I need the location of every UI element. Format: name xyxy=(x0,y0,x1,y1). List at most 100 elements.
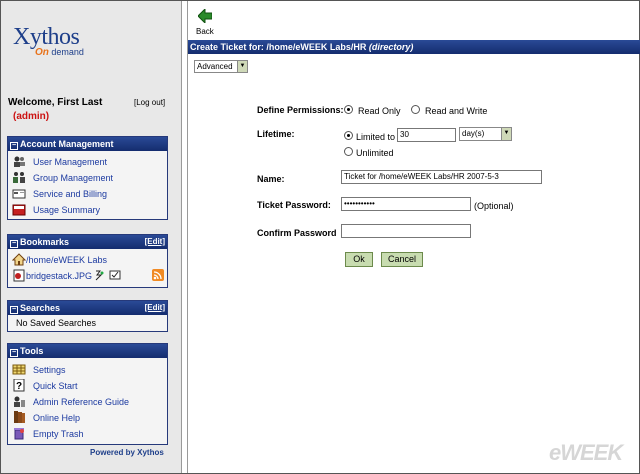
perm-read-write-label: Read and Write xyxy=(425,106,488,116)
role-label: (admin) xyxy=(13,111,50,122)
back-button[interactable]: Back xyxy=(196,7,214,36)
admin-reference-guide-label: Admin Reference Guide xyxy=(33,397,130,407)
sidebar-item-quick-start[interactable]: ? Quick Start xyxy=(8,378,167,394)
billing-icon xyxy=(12,189,26,199)
unlimited-label: Unlimited xyxy=(356,148,394,158)
bookmarks-panel: − Bookmarks [Edit] /home/eWEEK Labs bridge… xyxy=(7,234,168,288)
sidebar-item-settings[interactable]: Settings xyxy=(8,362,167,378)
tools-header[interactable]: − Tools xyxy=(8,344,167,358)
bookmark-home-label: /home/eWEEK Labs xyxy=(26,255,108,265)
properties-icon[interactable] xyxy=(109,269,121,281)
bookmark-bridgestack-label: bridgestack.JPG xyxy=(26,271,93,281)
searches-edit-link[interactable]: [Edit] xyxy=(145,301,165,315)
chevron-down-icon[interactable]: ▼ xyxy=(237,61,247,72)
empty-trash-label: Empty Trash xyxy=(33,429,84,439)
main-content: Back Create Ticket for: /home/eWEEK Labs… xyxy=(187,1,640,473)
rss-icon[interactable] xyxy=(152,269,164,281)
ticket-titlebar: Create Ticket for: /home/eWEEK Labs/HR (… xyxy=(188,40,640,54)
quick-start-label: Quick Start xyxy=(33,381,78,391)
sidebar-item-admin-reference-guide[interactable]: Admin Reference Guide xyxy=(8,394,167,410)
user-management-label: User Management xyxy=(33,157,108,167)
sidebar-item-user-management[interactable]: User Management xyxy=(8,154,167,170)
sidebar-item-service-billing[interactable]: Service and Billing xyxy=(8,186,167,202)
ticket-name-input[interactable]: Ticket for /home/eWEEK Labs/HR 2007-5-3 xyxy=(341,170,542,184)
lifetime-unit-select[interactable]: day(s) ▼ xyxy=(459,127,512,141)
tools-panel: − Tools Settings ? Quick Start Admin Refe… xyxy=(7,343,168,445)
back-label: Back xyxy=(196,27,214,36)
group-icon xyxy=(13,172,25,183)
svg-text:?: ? xyxy=(16,381,22,392)
sidebar: Xythos On demand Welcome, First Last (ad… xyxy=(1,1,182,473)
sidebar-item-empty-trash[interactable]: Empty Trash xyxy=(8,426,167,442)
ticket-title: Create Ticket for: /home/eWEEK Labs/HR xyxy=(190,42,367,52)
lifetime-value-input[interactable]: 30 xyxy=(397,128,456,142)
home-icon xyxy=(12,253,26,266)
powered-by: Powered by Xythos xyxy=(90,448,164,457)
help-icon: ? xyxy=(13,379,25,392)
searches-header[interactable]: − Searches [Edit] xyxy=(8,301,167,315)
mode-select-value: Advanced xyxy=(197,62,233,71)
perm-read-only-label: Read Only xyxy=(358,106,401,116)
tools-title: Tools xyxy=(20,346,44,356)
lifetime-limited-radio[interactable] xyxy=(344,131,353,140)
limited-to-label: Limited to xyxy=(356,132,396,142)
cancel-button[interactable]: Cancel xyxy=(381,252,423,267)
eweek-watermark: eWEEK xyxy=(549,440,623,465)
trash-icon xyxy=(14,428,24,440)
link-icon[interactable] xyxy=(93,269,105,281)
no-saved-searches: No Saved Searches xyxy=(16,318,97,328)
optional-note: (Optional) xyxy=(474,201,514,211)
account-management-panel: − Account Management User Management Grou… xyxy=(7,136,168,220)
sidebar-item-usage-summary[interactable]: Usage Summary xyxy=(8,202,167,218)
chevron-down-icon[interactable]: ▼ xyxy=(501,128,511,140)
account-management-header[interactable]: − Account Management xyxy=(8,137,167,151)
bookmark-bridgestack[interactable]: bridgestack.JPG xyxy=(8,268,167,284)
logo-on-text: On xyxy=(35,47,49,58)
bookmarks-edit-link[interactable]: [Edit] xyxy=(145,235,165,249)
bookmark-home-ewek-labs[interactable]: /home/eWEEK Labs xyxy=(8,252,167,268)
logo-subtitle: On demand xyxy=(35,47,84,58)
account-management-title: Account Management xyxy=(20,139,114,149)
lifetime-unlimited-radio[interactable] xyxy=(344,147,353,156)
bookmarks-title: Bookmarks xyxy=(20,237,70,247)
collapse-icon[interactable]: − xyxy=(10,240,18,248)
users-icon xyxy=(14,156,25,167)
service-billing-label: Service and Billing xyxy=(33,189,108,199)
confirm-password-label: Confirm Password xyxy=(257,228,337,238)
welcome-text: Welcome, First Last xyxy=(8,97,103,108)
searches-title: Searches xyxy=(20,303,61,313)
mode-select[interactable]: Advanced ▼ xyxy=(194,60,248,73)
sidebar-item-online-help[interactable]: Online Help xyxy=(8,410,167,426)
book-icon xyxy=(14,411,25,423)
ok-button[interactable]: Ok xyxy=(345,252,373,267)
online-help-label: Online Help xyxy=(33,413,81,423)
guide-icon xyxy=(14,396,25,407)
usage-icon xyxy=(12,204,26,216)
group-management-label: Group Management xyxy=(33,173,114,183)
bookmarks-header[interactable]: − Bookmarks [Edit] xyxy=(8,235,167,249)
back-arrow-icon xyxy=(197,7,213,25)
lifetime-unit-value: day(s) xyxy=(462,129,485,138)
name-label: Name: xyxy=(257,174,285,184)
ticket-title-type: (directory) xyxy=(368,42,414,52)
sidebar-item-group-management[interactable]: Group Management xyxy=(8,170,167,186)
settings-label: Settings xyxy=(33,365,66,375)
collapse-icon[interactable]: − xyxy=(10,142,18,150)
collapse-icon[interactable]: − xyxy=(10,306,18,314)
perm-read-write-radio[interactable] xyxy=(411,105,420,114)
ticket-password-input[interactable]: ••••••••••• xyxy=(341,197,471,211)
logo-main-text: Xythos xyxy=(13,24,80,50)
permissions-label: Define Permissions: xyxy=(257,105,344,115)
logo-demand-text: demand xyxy=(48,47,84,57)
xythos-logo: Xythos On demand xyxy=(13,24,84,58)
lifetime-label: Lifetime: xyxy=(257,129,295,139)
usage-summary-label: Usage Summary xyxy=(33,205,101,215)
perm-read-only-radio[interactable] xyxy=(344,105,353,114)
logout-link[interactable]: [Log out] xyxy=(134,98,165,107)
password-label: Ticket Password: xyxy=(257,200,331,210)
image-file-icon xyxy=(13,269,25,282)
searches-panel: − Searches [Edit] No Saved Searches xyxy=(7,300,168,332)
confirm-password-input[interactable] xyxy=(341,224,471,238)
settings-icon xyxy=(12,364,26,375)
collapse-icon[interactable]: − xyxy=(10,349,18,357)
